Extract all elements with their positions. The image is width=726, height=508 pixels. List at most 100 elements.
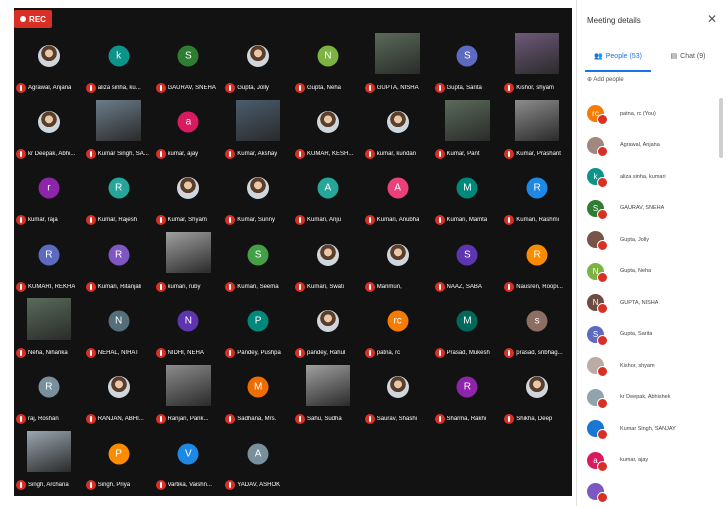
participant-list-item[interactable] <box>587 476 715 508</box>
participant-name: raj, Roshan <box>28 416 59 423</box>
participant-list-item[interactable]: Agrawal, Anjana <box>587 130 715 162</box>
participant-tile[interactable]: rc patna, rc <box>363 297 433 363</box>
participant-tile[interactable]: N Gupta, Neha <box>293 32 363 98</box>
participant-name-bar: Vartika, Vaishn... <box>155 480 222 491</box>
participant-tile[interactable]: GUPTA, NISHA <box>363 32 433 98</box>
mic-off-icon <box>597 334 608 346</box>
participant-name: Kumar, Sunny <box>237 217 275 224</box>
participant-tile[interactable]: Kumar, Akshay <box>223 98 293 164</box>
participant-tile[interactable]: kumari, ruby <box>154 231 224 297</box>
participant-name: aliza sinha, kumari <box>620 173 666 180</box>
participant-tile[interactable]: S NAAZ, SABA <box>433 231 503 297</box>
participant-tile[interactable]: kumar, kundan <box>363 98 433 164</box>
participant-tile[interactable]: Sahu, Sudha <box>293 363 363 429</box>
participant-list-item[interactable]: k aliza sinha, kumari <box>587 161 715 193</box>
participant-name-bar: Kumar, Pant <box>434 149 501 160</box>
participant-tile[interactable]: Neha, Niharika <box>14 297 84 363</box>
participant-name-bar: Kumari, Anju <box>295 215 361 226</box>
participant-tile[interactable]: a kumar, ajay <box>154 98 224 164</box>
participant-tile[interactable]: R KUMARI, REKHA <box>14 231 84 297</box>
participant-avatar: R <box>108 177 130 199</box>
participant-name-bar: NIDHI, NEHA <box>155 347 222 358</box>
close-icon[interactable]: ✕ <box>707 12 717 26</box>
participant-tile[interactable]: S Kumari, Seema <box>223 231 293 297</box>
participant-tile[interactable]: r kumar, raja <box>14 165 84 231</box>
participant-tile[interactable]: R Kumari, Rashmi <box>502 165 572 231</box>
participant-photo <box>247 44 270 67</box>
participant-tile[interactable]: KUMAR, KESH... <box>293 98 363 164</box>
participant-tile[interactable]: N NIDHI, NEHA <box>154 297 224 363</box>
participant-tile[interactable]: P Singh, Priya <box>84 430 154 496</box>
participant-tile[interactable]: Agrawal, Anjana <box>14 32 84 98</box>
participant-avatar: rc <box>587 105 608 126</box>
participant-tile[interactable]: Ranjan, Pank... <box>154 363 224 429</box>
participant-tile[interactable]: kr Deepak, Abhi... <box>14 98 84 164</box>
participant-name-bar: NAAZ, SABA <box>434 281 501 292</box>
participant-tile[interactable]: Kumar Singh, SA... <box>84 98 154 164</box>
participant-tile[interactable]: pandey, Rahul <box>293 297 363 363</box>
participant-tile[interactable]: Manmun, <box>363 231 433 297</box>
participant-list-item[interactable]: rc patna, rc (You) <box>587 98 715 130</box>
participant-list-item[interactable]: Kishor, shyam <box>587 350 715 382</box>
participant-tile[interactable]: Saurav, Shashi <box>363 363 433 429</box>
participant-list-item[interactable]: N GUPTA, NISHA <box>587 287 715 319</box>
participant-tile[interactable]: M Sadhana, Mrs. <box>223 363 293 429</box>
participant-tile[interactable]: Shikha, Deep <box>502 363 572 429</box>
mic-off-icon <box>364 414 375 425</box>
participant-name-bar: Gupta, Jolly <box>225 82 291 93</box>
participant-tile[interactable]: V Vartika, Vaishn... <box>154 430 224 496</box>
participant-tile[interactable]: S GAURAV, SNEHA <box>154 32 224 98</box>
mic-off-icon <box>225 82 236 93</box>
participant-name: Gupta, Sarita <box>620 331 653 338</box>
tab-chat[interactable]: ▤ Chat (9) <box>655 42 721 70</box>
participant-tile[interactable]: N NEHAL, NIHAT <box>84 297 154 363</box>
participant-tile[interactable]: M Kumari, Mamta <box>433 165 503 231</box>
participant-tile[interactable]: R Kumari, Ritanjali <box>84 231 154 297</box>
participant-tile[interactable]: R Nausren, Roopi... <box>502 231 572 297</box>
participant-list-item[interactable]: S GAURAV, SNEHA <box>587 193 715 225</box>
participant-name-bar: raj, Roshan <box>16 414 82 425</box>
participant-tile[interactable]: Singh, Archana <box>14 430 84 496</box>
participant-video-feed <box>166 364 211 406</box>
participant-tile[interactable]: Kumar, Sunny <box>223 165 293 231</box>
participant-tile[interactable]: s prasad, sribhag... <box>502 297 572 363</box>
participant-tile[interactable]: R Kumar, Rajesh <box>84 165 154 231</box>
participant-name-bar: kr Deepak, Abhi... <box>16 149 82 160</box>
participant-tile[interactable]: Kumari, Swati <box>293 231 363 297</box>
participant-name-bar: Ranjan, Pank... <box>155 414 222 425</box>
participant-list-scrollbar[interactable] <box>719 98 723 158</box>
participant-tile[interactable]: k aliza sinha, ku... <box>84 32 154 98</box>
participant-name-bar: Prasad, Mukesh <box>434 347 501 358</box>
participant-tile[interactable]: RANJAN, ABHI... <box>84 363 154 429</box>
participant-name: Sahu, Sudha <box>307 416 342 423</box>
participant-tile[interactable]: Rraj, Roshan <box>14 363 84 429</box>
participant-tile[interactable]: Kishor, shyam <box>502 32 572 98</box>
participant-tile[interactable]: P Pandey, Pushpa <box>223 297 293 363</box>
participant-list-item[interactable]: kr Deepak, Abhishek <box>587 382 715 414</box>
participant-list-item[interactable]: S Gupta, Sarita <box>587 319 715 351</box>
participant-tile[interactable]: A Kumari, Anju <box>293 165 363 231</box>
add-people-button[interactable]: ⊕ Add people <box>587 76 624 83</box>
participant-tile[interactable]: Kumar, Shyam <box>154 165 224 231</box>
participant-tile[interactable]: S Gupta, Sarita <box>433 32 503 98</box>
participant-tile[interactable]: A YADAV, ASHOK <box>223 430 293 496</box>
participant-list-item[interactable]: N Gupta, Neha <box>587 256 715 288</box>
participant-tile[interactable]: R Sharma, Rakhi <box>433 363 503 429</box>
participant-name: Kumari, Anubha <box>376 217 420 224</box>
participant-tile[interactable]: Gupta, Jolly <box>223 32 293 98</box>
mic-off-icon <box>85 149 96 160</box>
participant-name: Kishor, shyam <box>516 84 554 91</box>
participant-tile[interactable]: Kumar, Pant <box>433 98 503 164</box>
tab-people[interactable]: 👥 People (53) <box>585 42 651 72</box>
participant-name-bar: Sharma, Rakhi <box>434 414 501 425</box>
participant-name-bar: YADAV, ASHOK <box>225 480 291 491</box>
participant-tile[interactable]: Kumar, Prashant <box>502 98 572 164</box>
participant-tile[interactable]: A Kumari, Anubha <box>363 165 433 231</box>
participant-list-item[interactable]: Kumar Singh, SANJAY <box>587 413 715 445</box>
participant-tile[interactable]: M Prasad, Mukesh <box>433 297 503 363</box>
participant-name: Saurav, Shashi <box>376 416 417 423</box>
participant-list-item[interactable]: a kumar, ajay <box>587 445 715 477</box>
participant-avatar: R <box>456 376 478 398</box>
participant-tiles: Agrawal, Anjana k aliza sinha, ku... S GAURA… <box>14 32 572 496</box>
participant-list-item[interactable]: Gupta, Jolly <box>587 224 715 256</box>
